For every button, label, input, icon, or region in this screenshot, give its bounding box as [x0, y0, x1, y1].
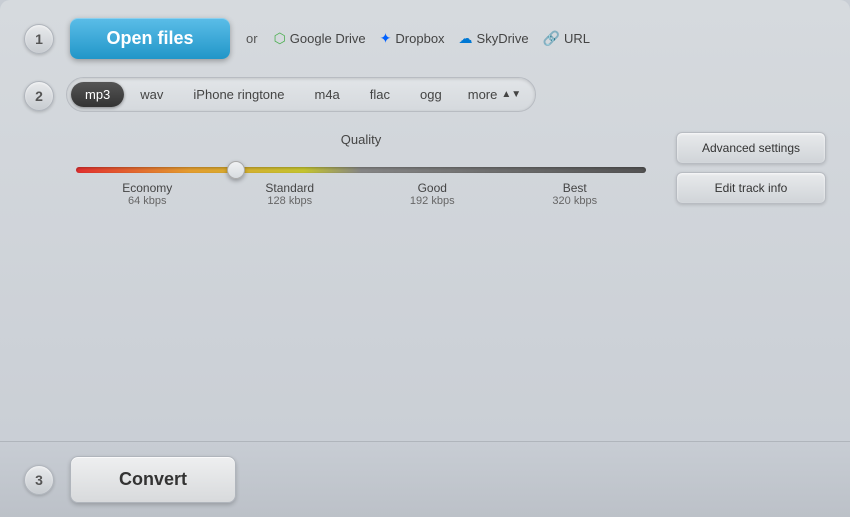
edit-track-info-button[interactable]: Edit track info: [676, 172, 826, 204]
tab-iphone-ringtone[interactable]: iPhone ringtone: [179, 82, 298, 107]
advanced-settings-button[interactable]: Advanced settings: [676, 132, 826, 164]
quality-label: Quality: [66, 132, 656, 147]
quality-marker-economy: Economy 64 kbps: [76, 181, 219, 207]
dropbox-label: Dropbox: [395, 31, 444, 46]
good-label: Good: [361, 181, 504, 195]
convert-button[interactable]: Convert: [70, 456, 236, 503]
right-buttons-group: Advanced settings Edit track info: [676, 132, 826, 204]
economy-kbps: 64 kbps: [76, 195, 219, 207]
url-link[interactable]: 🔗 URL: [543, 30, 590, 47]
economy-label: Economy: [76, 181, 219, 195]
quality-slider-track: [76, 167, 646, 173]
section-format-quality: 2 mp3 wav iPhone ringtone m4a flac ogg m…: [0, 77, 850, 441]
quality-slider-container: Economy 64 kbps Standard 128 kbps Good 1…: [76, 167, 646, 207]
more-formats-dropdown[interactable]: more ▲▼: [458, 82, 531, 107]
skydrive-icon: ☁: [459, 30, 473, 47]
cloud-links-group: ⬡ Google Drive ✦ Dropbox ☁ SkyDrive 🔗 UR…: [274, 30, 590, 47]
section-convert: 3 Convert: [0, 441, 850, 517]
dropbox-icon: ✦: [380, 30, 392, 47]
tab-wav[interactable]: wav: [126, 82, 177, 107]
app-container: 1 Open files or ⬡ Google Drive ✦ Dropbox…: [0, 0, 850, 517]
standard-label: Standard: [219, 181, 362, 195]
quality-and-buttons-row: Quality Economy 64 kbps Standard: [66, 132, 826, 207]
quality-marker-good: Good 192 kbps: [361, 181, 504, 207]
tab-ogg[interactable]: ogg: [406, 82, 456, 107]
standard-kbps: 128 kbps: [219, 195, 362, 207]
skydrive-label: SkyDrive: [477, 31, 529, 46]
quality-markers: Economy 64 kbps Standard 128 kbps Good 1…: [76, 181, 646, 207]
section-open-files: 1 Open files or ⬡ Google Drive ✦ Dropbox…: [0, 0, 850, 77]
dropbox-link[interactable]: ✦ Dropbox: [380, 30, 445, 47]
tab-m4a[interactable]: m4a: [301, 82, 354, 107]
url-icon: 🔗: [543, 30, 560, 47]
step-2-badge: 2: [24, 81, 54, 111]
tab-mp3[interactable]: mp3: [71, 82, 124, 107]
format-tabs-group: mp3 wav iPhone ringtone m4a flac ogg mor…: [66, 77, 536, 112]
google-drive-link[interactable]: ⬡ Google Drive: [274, 30, 366, 47]
quality-marker-best: Best 320 kbps: [504, 181, 647, 207]
best-kbps: 320 kbps: [504, 195, 647, 207]
format-quality-content: mp3 wav iPhone ringtone m4a flac ogg mor…: [66, 77, 826, 207]
google-drive-icon: ⬡: [274, 30, 286, 47]
quality-section: Quality Economy 64 kbps Standard: [66, 132, 656, 207]
url-label: URL: [564, 31, 590, 46]
best-label: Best: [504, 181, 647, 195]
quality-slider-thumb[interactable]: [227, 161, 245, 179]
chevron-down-icon: ▲▼: [501, 89, 521, 100]
google-drive-label: Google Drive: [290, 31, 366, 46]
quality-marker-standard: Standard 128 kbps: [219, 181, 362, 207]
tab-flac[interactable]: flac: [356, 82, 404, 107]
skydrive-link[interactable]: ☁ SkyDrive: [459, 30, 529, 47]
open-files-button[interactable]: Open files: [70, 18, 230, 59]
or-text: or: [246, 31, 258, 46]
step-3-badge: 3: [24, 465, 54, 495]
more-formats-label: more: [468, 87, 498, 102]
step-1-badge: 1: [24, 24, 54, 54]
good-kbps: 192 kbps: [361, 195, 504, 207]
